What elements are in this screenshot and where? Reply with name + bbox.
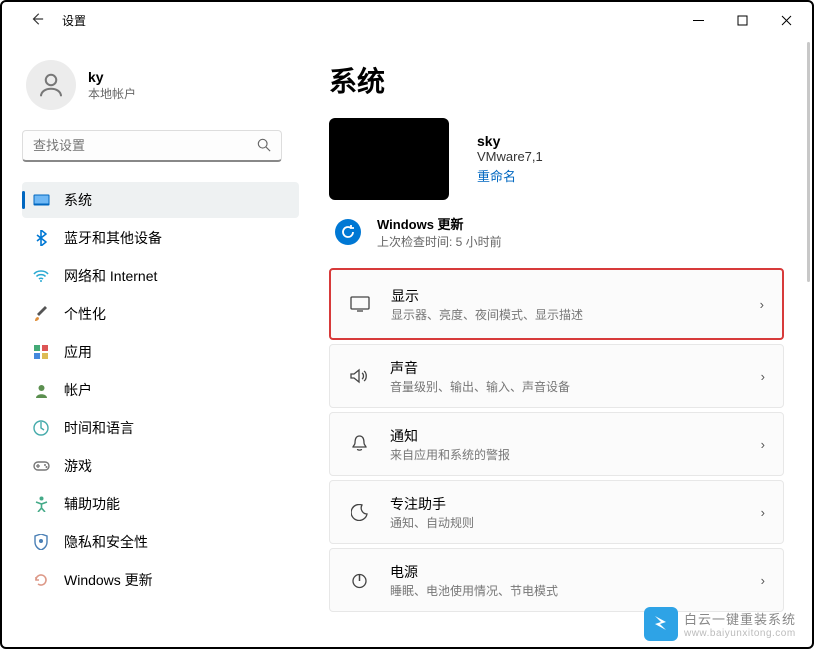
tile-title: 专注助手 (390, 494, 741, 514)
page-title: 系统 (329, 60, 784, 100)
system-icon (32, 191, 50, 209)
update-sub: 上次检查时间: 5 小时前 (377, 233, 502, 250)
apps-icon (32, 343, 50, 361)
back-button[interactable] (30, 12, 44, 29)
watermark-line1: 白云一键重装系统 (684, 609, 796, 628)
chevron-right-icon: › (761, 437, 765, 452)
maximize-button[interactable] (720, 5, 764, 35)
rename-link[interactable]: 重命名 (477, 166, 543, 185)
nav-label: 帐户 (64, 380, 92, 400)
user-name: ky (88, 69, 136, 85)
tile-title: 电源 (390, 562, 741, 582)
user-profile[interactable]: ky 本地帐户 (22, 52, 299, 130)
nav-label: 辅助功能 (64, 494, 120, 514)
moon-icon (348, 504, 370, 521)
gamepad-icon (32, 457, 50, 475)
tile-sub: 睡眠、电池使用情况、节电模式 (390, 582, 741, 599)
scrollbar[interactable] (807, 42, 810, 282)
windows-update-row[interactable]: Windows 更新 上次检查时间: 5 小时前 (329, 214, 784, 250)
nav-network[interactable]: 网络和 Internet (22, 258, 299, 294)
nav-label: Windows 更新 (64, 570, 153, 590)
tile-sound[interactable]: 声音 音量级别、输出、输入、声音设备 › (329, 344, 784, 408)
nav-label: 应用 (64, 342, 92, 362)
watermark-icon (644, 607, 678, 641)
search-input[interactable] (22, 130, 282, 162)
app-title: 设置 (62, 12, 86, 29)
tile-notifications[interactable]: 通知 来自应用和系统的警报 › (329, 412, 784, 476)
nav-windows-update[interactable]: Windows 更新 (22, 562, 299, 598)
device-thumbnail (329, 118, 449, 200)
nav-personalization[interactable]: 个性化 (22, 296, 299, 332)
chevron-right-icon: › (761, 505, 765, 520)
watermark-line2: www.baiyunxitong.com (684, 628, 796, 639)
tile-display[interactable]: 显示 显示器、亮度、夜间模式、显示描述 › (329, 268, 784, 340)
sync-icon (335, 219, 361, 245)
nav-time-language[interactable]: 时间和语言 (22, 410, 299, 446)
accessibility-icon (32, 495, 50, 513)
globe-clock-icon (32, 419, 50, 437)
tile-power[interactable]: 电源 睡眠、电池使用情况、节电模式 › (329, 548, 784, 612)
avatar (26, 60, 76, 110)
nav-label: 网络和 Internet (64, 266, 157, 286)
search-icon (257, 138, 271, 155)
nav-label: 个性化 (64, 304, 106, 324)
display-icon (349, 296, 371, 312)
close-button[interactable] (764, 5, 808, 35)
nav-label: 隐私和安全性 (64, 532, 148, 552)
bell-icon (348, 435, 370, 453)
update-icon (32, 571, 50, 589)
nav-accessibility[interactable]: 辅助功能 (22, 486, 299, 522)
nav-label: 时间和语言 (64, 418, 134, 438)
nav-label: 游戏 (64, 456, 92, 476)
tile-title: 通知 (390, 426, 741, 446)
tile-sub: 显示器、亮度、夜间模式、显示描述 (391, 306, 740, 323)
brush-icon (32, 305, 50, 323)
chevron-right-icon: › (761, 573, 765, 588)
nav-bluetooth[interactable]: 蓝牙和其他设备 (22, 220, 299, 256)
tile-sub: 音量级别、输出、输入、声音设备 (390, 378, 741, 395)
update-title: Windows 更新 (377, 214, 502, 233)
nav-gaming[interactable]: 游戏 (22, 448, 299, 484)
nav-system[interactable]: 系统 (22, 182, 299, 218)
power-icon (348, 572, 370, 589)
tile-focus[interactable]: 专注助手 通知、自动规则 › (329, 480, 784, 544)
nav-accounts[interactable]: 帐户 (22, 372, 299, 408)
nav-label: 蓝牙和其他设备 (64, 228, 162, 248)
shield-icon (32, 533, 50, 551)
nav-label: 系统 (64, 190, 92, 210)
device-model: VMware7,1 (477, 149, 543, 164)
tile-sub: 来自应用和系统的警报 (390, 446, 741, 463)
bluetooth-icon (32, 229, 50, 247)
wifi-icon (32, 267, 50, 285)
chevron-right-icon: › (760, 297, 764, 312)
watermark: 白云一键重装系统 www.baiyunxitong.com (644, 607, 796, 641)
user-sub: 本地帐户 (88, 85, 136, 102)
user-icon (32, 381, 50, 399)
nav-apps[interactable]: 应用 (22, 334, 299, 370)
tile-title: 声音 (390, 358, 741, 378)
minimize-button[interactable] (676, 5, 720, 35)
sound-icon (348, 368, 370, 384)
device-name: sky (477, 133, 543, 149)
tile-title: 显示 (391, 286, 740, 306)
tile-sub: 通知、自动规则 (390, 514, 741, 531)
chevron-right-icon: › (761, 369, 765, 384)
nav-privacy[interactable]: 隐私和安全性 (22, 524, 299, 560)
